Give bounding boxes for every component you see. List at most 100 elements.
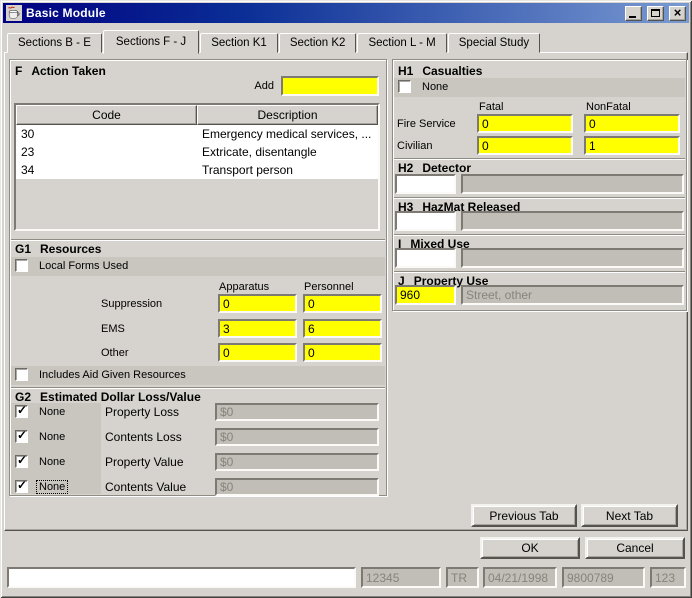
- ok-button[interactable]: OK: [480, 537, 580, 559]
- other-label: Other: [101, 347, 129, 359]
- tab-label: Section K2: [290, 37, 346, 49]
- local-forms-used-row: Local Forms Used: [15, 259, 130, 272]
- nonfatal-column-label: NonFatal: [586, 101, 631, 113]
- previous-tab-label: Previous Tab: [489, 509, 558, 523]
- tab-section-k1[interactable]: Section K1: [200, 33, 278, 53]
- local-forms-used-label: Local Forms Used: [37, 260, 130, 272]
- contents-value-input: [215, 478, 379, 496]
- includes-aid-row: Includes Aid Given Resources: [15, 368, 188, 381]
- tab-section-l-m[interactable]: Section L - M: [357, 33, 446, 53]
- fire-service-label: Fire Service: [397, 118, 456, 130]
- cancel-button[interactable]: Cancel: [585, 537, 685, 559]
- includes-aid-label: Includes Aid Given Resources: [37, 369, 188, 381]
- civilian-fatal-input[interactable]: [477, 136, 573, 155]
- tab-sections-b-e[interactable]: Sections B - E: [7, 33, 102, 53]
- status-field-state: [446, 567, 479, 588]
- section-title: Casualties: [422, 64, 482, 78]
- suppression-personnel-input[interactable]: [303, 294, 382, 313]
- status-field-incident-number: [562, 567, 645, 588]
- property-use-code-input[interactable]: [395, 285, 456, 305]
- section-title: Resources: [40, 242, 101, 256]
- ems-personnel-input[interactable]: [303, 319, 382, 338]
- casualties-none-checkbox[interactable]: [398, 80, 411, 93]
- contents-loss-none-checkbox[interactable]: [15, 430, 28, 443]
- tab-label: Section K1: [211, 37, 267, 49]
- column-header-code[interactable]: Code: [16, 105, 197, 125]
- tab-label: Special Study: [459, 37, 529, 49]
- window-title: Basic Module: [26, 6, 620, 20]
- tab-bar: Sections B - E Sections F - J Section K1…: [7, 29, 541, 53]
- section-h2-header: H2Detector: [398, 161, 471, 175]
- status-entry-input[interactable]: [7, 567, 356, 588]
- section-divider: [394, 158, 685, 160]
- column-header-description[interactable]: Description: [197, 105, 378, 125]
- fire-service-nonfatal-input[interactable]: [584, 114, 680, 133]
- contents-value-none-row: None: [15, 480, 67, 493]
- minimize-icon: [629, 16, 636, 18]
- section-code: G1: [15, 242, 31, 256]
- contents-value-label: Contents Value: [105, 480, 186, 494]
- ems-label: EMS: [101, 323, 125, 335]
- section-divider: [394, 271, 685, 273]
- status-field-date: [483, 567, 557, 588]
- cell-code: 30: [16, 127, 197, 141]
- fatal-column-label: Fatal: [479, 101, 503, 113]
- fire-service-fatal-input[interactable]: [477, 114, 573, 133]
- section-code: H1: [398, 64, 413, 78]
- table-row[interactable]: 23 Extricate, disentangle: [16, 143, 378, 161]
- property-loss-none-checkbox[interactable]: [15, 405, 28, 418]
- contents-value-none-checkbox[interactable]: [15, 480, 28, 493]
- minimize-button[interactable]: [625, 6, 642, 21]
- cell-description: Emergency medical services, ...: [197, 127, 378, 141]
- other-personnel-input[interactable]: [303, 343, 382, 362]
- contents-loss-label: Contents Loss: [105, 430, 182, 444]
- property-loss-label: Property Loss: [105, 405, 179, 419]
- next-tab-button[interactable]: Next Tab: [581, 504, 678, 527]
- none-label: None: [37, 431, 67, 443]
- civilian-nonfatal-input[interactable]: [584, 136, 680, 155]
- section-code: G2: [15, 390, 31, 404]
- section-title: Detector: [422, 161, 471, 175]
- tab-section-k2[interactable]: Section K2: [279, 33, 357, 53]
- table-row[interactable]: 34 Transport person: [16, 161, 378, 179]
- tab-sections-f-j[interactable]: Sections F - J: [103, 30, 199, 54]
- tab-label: Section L - M: [368, 37, 435, 49]
- hazmat-description-field: [461, 211, 684, 231]
- cancel-label: Cancel: [616, 541, 653, 555]
- maximize-button[interactable]: [647, 6, 664, 21]
- table-row[interactable]: 30 Emergency medical services, ...: [16, 125, 378, 143]
- includes-aid-checkbox[interactable]: [15, 368, 28, 381]
- table-header: Code Description: [16, 105, 378, 125]
- property-use-description-field: [461, 285, 684, 305]
- cell-description: Transport person: [197, 163, 378, 177]
- suppression-apparatus-input[interactable]: [218, 294, 297, 313]
- status-field-exposure: [650, 567, 686, 588]
- basic-module-window: Basic Module Sections B - E Sections F -…: [0, 0, 692, 598]
- casualties-none-row: None: [398, 80, 450, 93]
- section-title: Action Taken: [31, 64, 105, 78]
- action-taken-add-input[interactable]: [281, 76, 379, 96]
- personnel-column-label: Personnel: [304, 281, 354, 293]
- titlebar: Basic Module: [3, 3, 689, 23]
- previous-tab-button[interactable]: Previous Tab: [471, 504, 577, 527]
- none-label: None: [37, 456, 67, 468]
- other-apparatus-input[interactable]: [218, 343, 297, 362]
- ems-apparatus-input[interactable]: [218, 319, 297, 338]
- mixed-use-code-input[interactable]: [395, 248, 456, 268]
- tab-special-study[interactable]: Special Study: [448, 33, 540, 53]
- local-forms-used-checkbox[interactable]: [15, 259, 28, 272]
- close-button[interactable]: [669, 6, 686, 21]
- right-panel: H1 Casualties None Fatal NonFatal Fire Se…: [392, 59, 687, 311]
- hazmat-code-input[interactable]: [395, 211, 456, 231]
- section-h1-header: H1 Casualties: [398, 64, 482, 78]
- section-title: Estimated Dollar Loss/Value: [40, 390, 201, 404]
- section-divider: [394, 234, 685, 236]
- maximize-icon: [651, 9, 660, 17]
- close-icon: [674, 7, 682, 20]
- detector-code-input[interactable]: [395, 174, 456, 194]
- property-value-input: [215, 453, 379, 471]
- tab-label: Sections B - E: [18, 37, 91, 49]
- section-divider: [394, 197, 685, 199]
- property-value-none-checkbox[interactable]: [15, 455, 28, 468]
- add-row: Add: [254, 76, 379, 96]
